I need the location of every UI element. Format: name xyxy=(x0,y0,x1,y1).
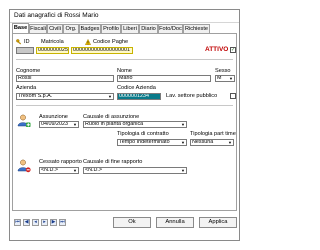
key-icon xyxy=(16,39,22,45)
tab-profilo[interactable]: Profilo xyxy=(101,24,121,33)
chevron-down-icon: ▼ xyxy=(181,140,185,145)
tipologia-contratto-value: Tempo Indeterminato xyxy=(119,139,170,145)
applica-button[interactable]: Applica xyxy=(199,217,237,228)
warning-icon xyxy=(85,39,91,45)
causale-fine-value: <N.D.> xyxy=(85,167,103,173)
id-field xyxy=(16,47,34,54)
prev-record-button[interactable]: ◂ xyxy=(32,219,39,226)
tab-diario[interactable]: Diario xyxy=(139,24,158,33)
codice-azienda-field: 0000001234 xyxy=(117,93,161,100)
codice-paghe-field[interactable]: 0000000000000000001 xyxy=(71,47,133,54)
assunzione-label: Assunzione xyxy=(39,114,68,120)
lav-pubblico-checkbox[interactable] xyxy=(230,93,236,99)
sesso-label: Sesso xyxy=(215,68,231,74)
chevron-down-icon: ▼ xyxy=(181,168,185,173)
matricola-label: Matricola xyxy=(41,39,64,45)
tab-org[interactable]: Org. xyxy=(63,24,79,33)
annulla-button[interactable]: Annulla xyxy=(156,217,194,228)
tab-badges[interactable]: Badges xyxy=(79,24,101,33)
first-record-button[interactable]: ⏮ xyxy=(14,219,21,226)
separator xyxy=(16,59,233,60)
causale-fine-select[interactable]: <N.D.> ▼ xyxy=(83,167,187,174)
tab-foto-doc[interactable]: Foto/Doc xyxy=(158,24,183,33)
tipologia-contratto-label: Tipologia di contratto xyxy=(117,131,169,137)
prev-page-button[interactable]: ◀ xyxy=(23,219,30,226)
nome-label: Nome xyxy=(117,68,132,74)
chevron-down-icon: ▼ xyxy=(229,76,233,81)
cessato-date-field[interactable]: <N.D.> ▼ xyxy=(39,167,79,174)
causale-assunzione-label: Causale di assunzione xyxy=(83,114,140,120)
base-panel: ID Matricola Codice Paghe 0000000025 000… xyxy=(12,33,237,211)
window-title: Dati anagrafici di Rossi Mario xyxy=(14,12,99,19)
chevron-down-icon: ▼ xyxy=(181,122,185,127)
chevron-down-icon: ▼ xyxy=(73,168,77,173)
codice-azienda-label: Codice Azienda xyxy=(117,85,156,91)
chevron-down-icon: ▼ xyxy=(228,140,232,145)
causale-fine-label: Causale di fine rapporto xyxy=(83,159,143,165)
chevron-down-icon: ▼ xyxy=(108,94,112,99)
assunzione-date-field[interactable]: 04/09/2023 ▼ xyxy=(39,121,79,128)
azienda-select[interactable]: Trexom S.p.A. ▼ xyxy=(16,93,114,100)
tab-strip: Base Fiscali Civili Org. Badges Profilo … xyxy=(12,23,237,33)
tab-richieste[interactable]: Richieste xyxy=(183,24,210,33)
azienda-value: Trexom S.p.A. xyxy=(18,93,53,99)
tipologia-contratto-select[interactable]: Tempo Indeterminato ▼ xyxy=(117,139,187,146)
cognome-label: Cognome xyxy=(16,68,41,74)
tab-base[interactable]: Base xyxy=(12,23,29,33)
tab-liberi[interactable]: Liberi xyxy=(121,24,139,33)
azienda-label: Azienda xyxy=(16,85,37,91)
cessato-label: Cessato rapporto xyxy=(39,159,82,165)
ok-button[interactable]: Ok xyxy=(113,217,151,228)
person-remove-icon xyxy=(17,159,31,173)
tab-civili[interactable]: Civili xyxy=(47,24,63,33)
id-label: ID xyxy=(24,39,30,45)
next-record-button[interactable]: ▸ xyxy=(41,219,48,226)
assunzione-value: 04/09/2023 xyxy=(41,121,68,127)
attivo-label: ATTIVO xyxy=(205,46,229,53)
button-bar: ⏮ ◀ ◂ ▸ ▶ ⏭ Ok Annulla Applica xyxy=(10,211,239,241)
causale-assunzione-value: Ruolo in pianta organica xyxy=(85,121,144,127)
causale-assunzione-select[interactable]: Ruolo in pianta organica ▼ xyxy=(83,121,187,128)
attivo-checkbox[interactable]: ✓ xyxy=(230,47,236,53)
separator xyxy=(16,105,233,106)
tipologia-parttime-value: Nessuna xyxy=(192,139,214,145)
employee-dialog: Dati anagrafici di Rossi Mario Base Fisc… xyxy=(9,9,240,241)
tipologia-parttime-label: Tipologia part time xyxy=(190,131,236,137)
tipologia-parttime-select[interactable]: Nessuna ▼ xyxy=(190,139,234,146)
matricola-field[interactable]: 0000000025 xyxy=(36,47,69,54)
cessato-value: <N.D.> xyxy=(41,167,59,173)
sesso-value: M xyxy=(217,75,222,81)
tab-fiscali[interactable]: Fiscali xyxy=(29,24,47,33)
next-page-button[interactable]: ▶ xyxy=(50,219,57,226)
sesso-select[interactable]: M ▼ xyxy=(215,75,235,82)
title-bar: Dati anagrafici di Rossi Mario xyxy=(10,10,239,23)
lav-pubblico-label: Lav. settore pubblico xyxy=(166,93,218,99)
chevron-down-icon: ▼ xyxy=(73,122,77,127)
nome-field[interactable]: Mario xyxy=(117,75,211,82)
cognome-field[interactable]: Rossi xyxy=(16,75,114,82)
codice-paghe-label: Codice Paghe xyxy=(93,39,129,45)
last-record-button[interactable]: ⏭ xyxy=(59,219,66,226)
person-add-icon xyxy=(17,114,31,127)
